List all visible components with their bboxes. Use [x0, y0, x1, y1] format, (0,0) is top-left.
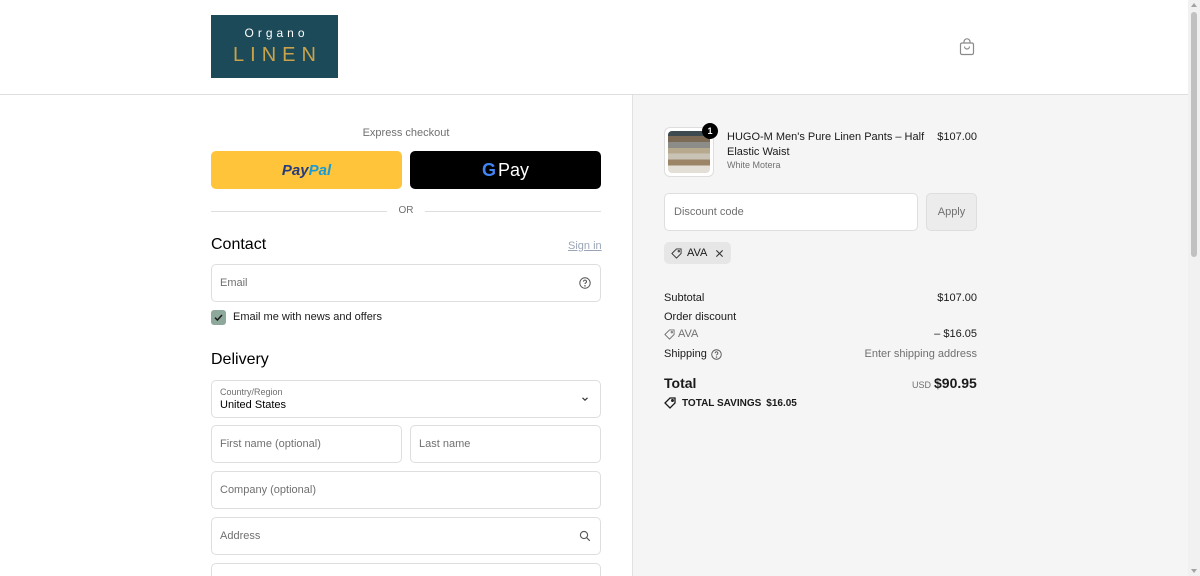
divider-right	[425, 211, 601, 212]
total-value: $90.95	[934, 375, 977, 391]
last-name-field[interactable]: Last name	[410, 425, 601, 463]
newsletter-checkbox[interactable]	[211, 310, 226, 325]
scroll-up-arrow[interactable]	[1191, 3, 1197, 7]
newsletter-label: Email me with news and offers	[233, 311, 382, 323]
google-g-icon: G	[481, 159, 496, 180]
country-label: Country/Region	[220, 387, 283, 397]
paypal-button[interactable]: Pay Pal	[211, 151, 402, 189]
email-field[interactable]: Email	[211, 264, 601, 302]
site-header: Organo LINEN	[0, 0, 1188, 95]
company-placeholder: Company (optional)	[220, 484, 316, 496]
discount-code-row: AVA	[664, 328, 698, 340]
close-icon[interactable]	[715, 249, 724, 258]
total-savings-label: TOTAL SAVINGS	[682, 397, 762, 409]
discount-code-input[interactable]: Discount code	[664, 193, 918, 231]
contact-heading: Contact	[211, 236, 267, 253]
applied-code: AVA	[687, 247, 708, 259]
discount-value: – $16.05	[934, 328, 977, 340]
logo-line2: LINEN	[233, 44, 322, 66]
discount-placeholder: Discount code	[674, 206, 744, 218]
address-field[interactable]: Address	[211, 517, 601, 555]
total-currency: USD	[912, 380, 932, 390]
subtotal-value: $107.00	[937, 292, 977, 304]
first-name-placeholder: First name (optional)	[220, 438, 321, 450]
last-name-placeholder: Last name	[419, 438, 471, 450]
divider-left	[211, 211, 387, 212]
paypal-text-pal: Pal	[308, 161, 332, 179]
discount-code-label: AVA	[678, 328, 699, 340]
quantity-badge: 1	[702, 123, 718, 139]
gpay-label: Pay	[497, 159, 530, 180]
store-logo[interactable]: Organo LINEN	[211, 15, 338, 78]
paypal-text-pay: Pay	[281, 161, 309, 179]
chevron-down-icon	[582, 397, 588, 402]
address-placeholder: Address	[220, 530, 261, 542]
subtotal-label: Subtotal	[664, 292, 705, 304]
logo-line1: Organo	[244, 26, 309, 40]
email-placeholder: Email	[220, 277, 248, 289]
order-summary-panel	[632, 95, 1188, 576]
apply-discount-button[interactable]: Apply	[926, 193, 977, 231]
total-savings-row: TOTAL SAVINGS $16.05	[664, 397, 797, 409]
product-name: HUGO-M Men's Pure Linen Pants – Half Ela…	[727, 131, 925, 158]
page-scrollbar[interactable]	[1188, 0, 1200, 576]
tag-icon	[671, 247, 682, 259]
tag-icon	[664, 397, 676, 409]
search-icon	[579, 530, 591, 542]
sign-in-link[interactable]: Sign in	[568, 240, 602, 252]
total-savings-value: $16.05	[766, 397, 797, 409]
shipping-label: Shipping	[664, 348, 707, 360]
product-variant: White Motera	[727, 160, 781, 170]
scrollbar-thumb[interactable]	[1191, 12, 1197, 257]
country-select[interactable]: Country/Region United States	[211, 380, 601, 418]
order-discount-label: Order discount	[664, 311, 737, 323]
product-price: $107.00	[937, 131, 977, 143]
tag-icon	[664, 328, 675, 340]
product-image	[668, 131, 710, 173]
first-name-field[interactable]: First name (optional)	[211, 425, 402, 463]
total-label: Total	[664, 375, 697, 391]
help-circle-icon[interactable]	[579, 277, 591, 289]
help-circle-icon[interactable]	[711, 348, 722, 360]
or-divider-label: OR	[398, 205, 414, 216]
shipping-value: Enter shipping address	[864, 348, 977, 360]
company-field[interactable]: Company (optional)	[211, 471, 601, 509]
google-pay-button[interactable]: G Pay	[410, 151, 601, 189]
country-value: United States	[220, 399, 287, 411]
shipping-row: Shipping	[664, 348, 722, 360]
applied-discount-chip: AVA	[664, 242, 731, 264]
shopping-bag-icon[interactable]	[958, 38, 976, 56]
checkmark-icon	[214, 314, 223, 322]
apartment-field[interactable]	[211, 563, 601, 576]
delivery-heading: Delivery	[211, 351, 269, 368]
express-checkout-label: Express checkout	[362, 127, 450, 139]
scroll-down-arrow[interactable]	[1191, 569, 1197, 573]
